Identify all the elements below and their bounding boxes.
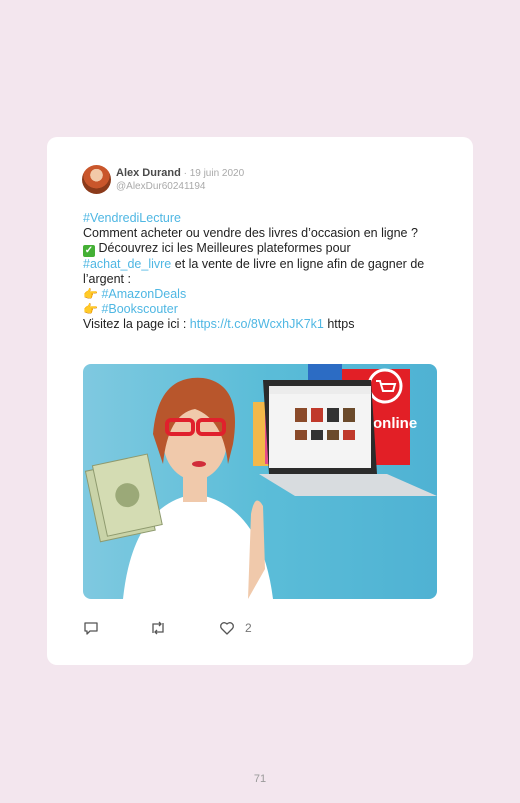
tweet-image-illustration: online	[84, 364, 437, 599]
shoe-7	[327, 430, 339, 440]
laptop-base	[259, 474, 437, 496]
online-text: online	[373, 415, 417, 432]
retweet-icon	[152, 621, 164, 635]
bookscouter-link[interactable]: #Bookscouter	[101, 302, 177, 316]
shoe-6	[311, 430, 323, 440]
tweet-card: Alex Durand · 19 juin 2020 @AlexDur60241…	[47, 137, 473, 665]
lips	[192, 461, 206, 467]
tweet-date[interactable]: 19 juin 2020	[190, 168, 245, 179]
shoe-4	[343, 408, 355, 422]
shoe-3	[327, 408, 339, 422]
reply-icon	[84, 622, 98, 635]
money-stack	[84, 453, 163, 543]
pointing-hand-icon: 👉	[83, 302, 98, 316]
avatar[interactable]	[82, 165, 111, 194]
shoe-8	[343, 430, 355, 440]
separator: ·	[180, 168, 190, 179]
neck	[183, 476, 207, 502]
url-link[interactable]: https://t.co/8WcxhJK7k1	[190, 317, 324, 331]
amazon-deals-link[interactable]: #AmazonDeals	[101, 287, 186, 301]
reply-button[interactable]	[83, 620, 99, 636]
shoe-5	[295, 430, 307, 440]
retweet-button[interactable]	[149, 620, 167, 636]
visit-text: Visitez la page ici :	[83, 317, 190, 331]
check-icon: ✓	[83, 245, 95, 257]
laptop-screen	[269, 386, 371, 468]
shoe-2	[311, 408, 323, 422]
page-number: 71	[253, 773, 267, 785]
like-count: 2	[245, 621, 252, 635]
tweet-actions: 2	[83, 620, 443, 640]
discover-text: Découvrez ici les Meilleures plateformes…	[95, 241, 351, 255]
question-text: Comment acheter ou vendre des livres d’o…	[83, 226, 418, 240]
shoe-1	[295, 408, 307, 422]
author-name[interactable]: Alex Durand	[116, 167, 181, 179]
hashtag-link[interactable]: #VendrediLecture	[83, 211, 181, 225]
laptop-screen-header	[269, 386, 371, 394]
pointing-hand-icon: 👉	[83, 287, 98, 301]
author-line: Alex Durand · 19 juin 2020	[116, 167, 244, 179]
like-button[interactable]: 2	[219, 620, 252, 636]
tweet-image[interactable]: online	[83, 364, 437, 599]
hashtag-achat-link[interactable]: #achat_de_livre	[83, 257, 171, 271]
author-handle[interactable]: @AlexDur60241194	[116, 181, 205, 192]
url-suffix: https	[323, 317, 355, 331]
heart-icon	[220, 622, 234, 635]
tweet-text: #VendrediLecture Comment acheter ou vend…	[83, 211, 433, 332]
